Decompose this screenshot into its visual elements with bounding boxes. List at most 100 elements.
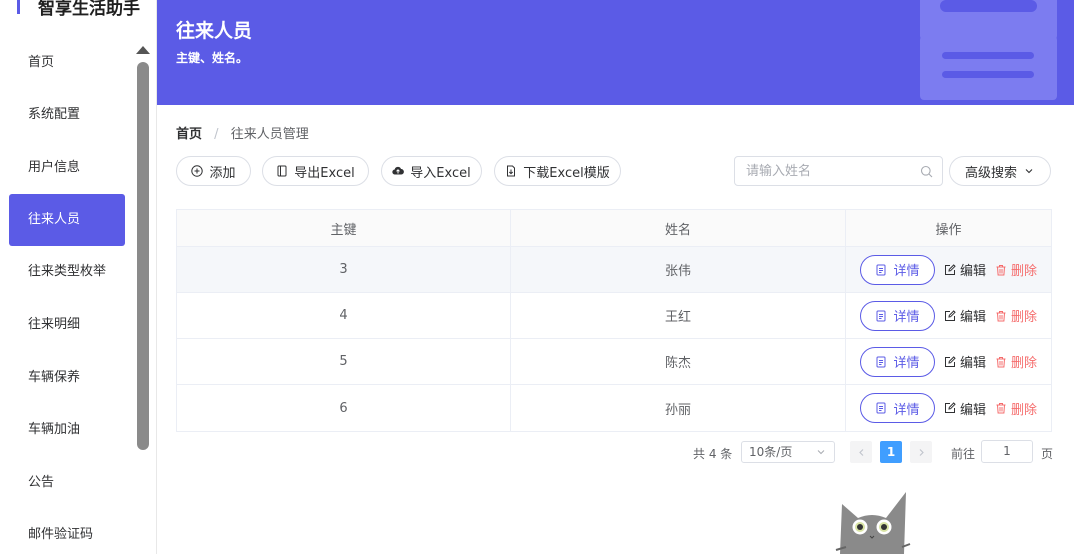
table-row[interactable]: 4 王红 详情 编辑 删除: [177, 293, 1051, 339]
delete-label: 删除: [1011, 264, 1038, 279]
page-size-value: 10条/页: [749, 445, 793, 459]
page-title: 往来人员: [176, 20, 253, 42]
trash-icon: [996, 264, 1006, 275]
sidebar-item-vehicle-maintenance[interactable]: 车辆保养: [9, 352, 125, 404]
row-actions: 详情 编辑 删除: [846, 339, 1051, 384]
sidebar-scrollbar[interactable]: [137, 62, 149, 450]
sidebar-item-system-config[interactable]: 系统配置: [9, 89, 125, 141]
import-excel-button[interactable]: 导入Excel: [381, 156, 482, 186]
logo-accent-bar: [17, 0, 20, 14]
document-icon: [876, 310, 886, 321]
sidebar-item-contact-details[interactable]: 往来明细: [9, 299, 125, 351]
breadcrumb-separator: /: [214, 127, 219, 142]
goto-page-input[interactable]: 1: [981, 440, 1033, 463]
edit-button[interactable]: 编辑: [944, 399, 986, 418]
sidebar-item-contacts[interactable]: 往来人员: [9, 194, 125, 246]
edit-button[interactable]: 编辑: [944, 306, 986, 325]
file-download-icon: [507, 165, 516, 177]
chevron-right-icon: [919, 448, 924, 456]
breadcrumb-home[interactable]: 首页: [176, 127, 202, 142]
cat-mascot-icon: [835, 492, 911, 554]
sidebar-item-email-code[interactable]: 邮件验证码: [9, 509, 125, 554]
advanced-search-button[interactable]: 高级搜索: [949, 156, 1051, 186]
delete-button[interactable]: 删除: [995, 352, 1037, 371]
page-header: 往来人员 主键、姓名。: [157, 0, 1074, 105]
scroll-up-arrow-icon[interactable]: [136, 46, 150, 54]
export-excel-label: 导出Excel: [294, 165, 355, 181]
sidebar-item-contact-types[interactable]: 往来类型枚举: [9, 246, 125, 298]
trash-icon: [996, 403, 1006, 414]
detail-label: 详情: [893, 264, 920, 279]
chevron-down-icon: [817, 450, 825, 455]
sidebar-item-notice[interactable]: 公告: [9, 457, 125, 509]
delete-label: 删除: [1011, 310, 1038, 325]
cell-id: 4: [177, 293, 511, 338]
plus-circle-icon: [191, 165, 204, 177]
sidebar: 智享生活助手 首页 系统配置 用户信息 往来人员 往来类型枚举 往来明细 车辆保…: [0, 0, 157, 554]
detail-label: 详情: [893, 356, 920, 371]
goto-label: 前往: [951, 447, 976, 461]
prev-page-button[interactable]: [850, 441, 872, 463]
trash-icon: [996, 356, 1006, 367]
table-row[interactable]: 6 孙丽 详情 编辑 删除: [177, 385, 1051, 431]
edit-button[interactable]: 编辑: [944, 352, 986, 371]
cell-name: 张伟: [511, 247, 846, 292]
table-row[interactable]: 5 陈杰 详情 编辑 删除: [177, 339, 1051, 385]
edit-icon: [944, 355, 956, 367]
download-template-button[interactable]: 下载Excel模版: [494, 156, 621, 186]
cell-name: 王红: [511, 293, 846, 338]
page-suffix-label: 页: [1041, 447, 1054, 461]
edit-label: 编辑: [959, 356, 986, 371]
app-title: 智享生活助手: [38, 0, 140, 19]
cloud-upload-icon: [392, 166, 405, 175]
document-icon: [277, 165, 287, 177]
cell-id: 3: [177, 247, 511, 292]
document-icon: [876, 402, 886, 414]
add-button[interactable]: 添加: [176, 156, 251, 186]
sidebar-item-vehicle-fuel[interactable]: 车辆加油: [9, 404, 125, 456]
row-actions: 详情 编辑 删除: [846, 385, 1051, 431]
sidebar-item-user-info[interactable]: 用户信息: [9, 142, 125, 194]
download-template-label: 下载Excel模版: [523, 165, 610, 181]
sidebar-item-home[interactable]: 首页: [9, 37, 125, 89]
name-search-box: [734, 156, 943, 186]
page-size-select[interactable]: 10条/页: [741, 441, 835, 463]
detail-button[interactable]: 详情: [859, 254, 935, 285]
edit-icon: [944, 309, 956, 321]
trash-icon: [996, 310, 1006, 321]
table-header-row: 主键 姓名 操作: [177, 210, 1051, 247]
document-icon: [876, 264, 886, 275]
delete-label: 删除: [1011, 402, 1038, 418]
cell-name: 陈杰: [511, 339, 846, 384]
edit-button[interactable]: 编辑: [944, 260, 986, 279]
import-excel-label: 导入Excel: [410, 165, 471, 181]
chevron-down-icon: [1025, 169, 1033, 174]
detail-button[interactable]: 详情: [859, 300, 935, 331]
delete-label: 删除: [1011, 356, 1038, 371]
pagination-total: 共 4 条: [693, 447, 733, 461]
search-icon[interactable]: [920, 165, 933, 178]
edit-label: 编辑: [959, 264, 986, 279]
table-row[interactable]: 3 张伟 详情 编辑 删除: [177, 247, 1051, 293]
chevron-left-icon: [858, 448, 863, 456]
page-number-current[interactable]: 1: [880, 441, 902, 463]
delete-button[interactable]: 删除: [995, 306, 1037, 325]
detail-button[interactable]: 详情: [859, 346, 935, 377]
row-actions: 详情 编辑 删除: [846, 293, 1051, 338]
export-excel-button[interactable]: 导出Excel: [262, 156, 369, 186]
detail-button[interactable]: 详情: [859, 393, 935, 423]
column-header-actions: 操作: [935, 222, 962, 238]
edit-icon: [944, 263, 956, 275]
column-header-id: 主键: [177, 210, 511, 246]
row-actions: 详情 编辑 删除: [846, 247, 1051, 292]
cell-name: 孙丽: [511, 385, 846, 431]
detail-label: 详情: [893, 402, 920, 418]
file-cabinet-illustration-icon: [920, 0, 1057, 100]
next-page-button[interactable]: [910, 441, 932, 463]
contacts-table: 主键 姓名 操作 3 张伟 详情 编辑 删除 4 王红 详情 编辑 删除 5 陈…: [176, 209, 1052, 432]
delete-button[interactable]: 删除: [995, 399, 1037, 418]
advanced-search-label: 高级搜索: [964, 165, 1017, 181]
delete-button[interactable]: 删除: [995, 260, 1037, 279]
add-button-label: 添加: [209, 165, 236, 181]
name-search-input[interactable]: [735, 157, 905, 185]
